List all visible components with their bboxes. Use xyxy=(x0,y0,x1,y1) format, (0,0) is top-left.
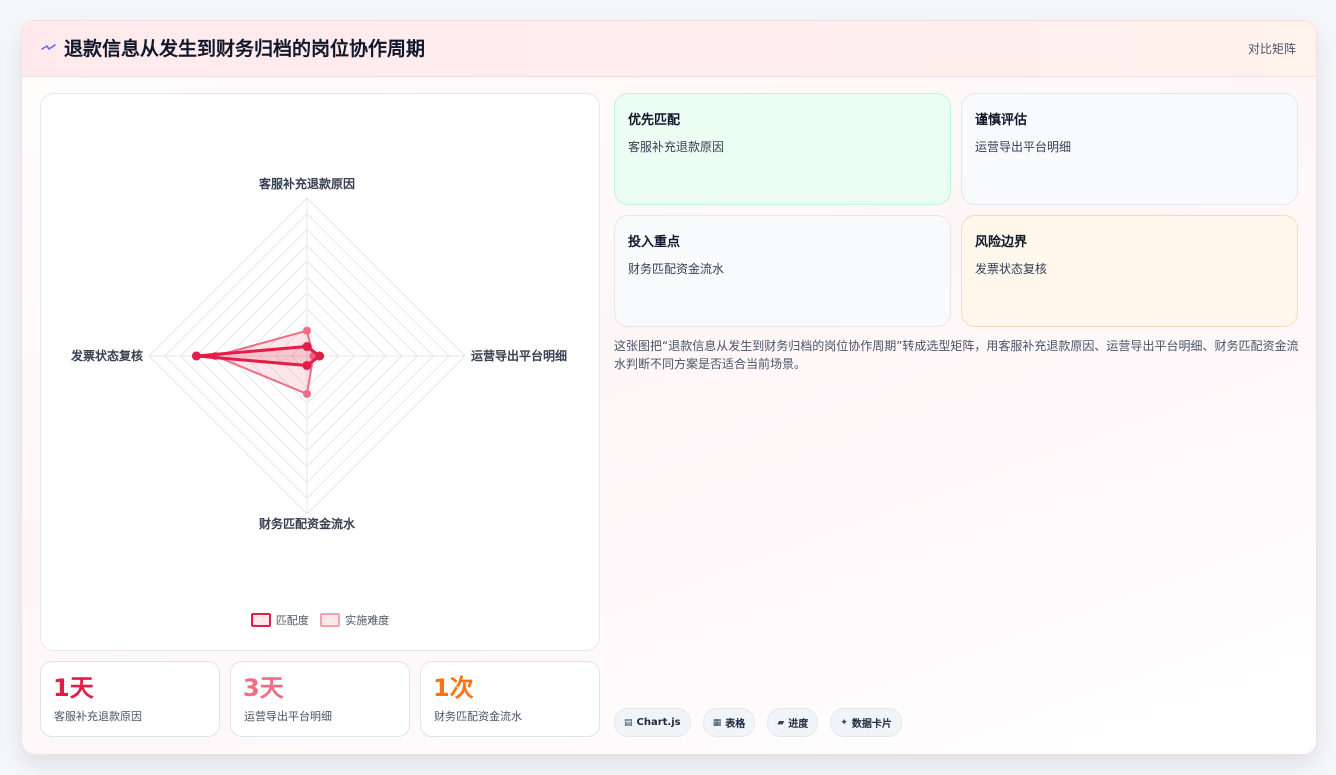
radar-series-match xyxy=(194,345,322,367)
radar-point[interactable] xyxy=(302,360,312,370)
radar-point[interactable] xyxy=(191,351,201,361)
tag-label: Chart.js xyxy=(636,717,681,728)
feature-tags: ▤ Chart.js ▦ 表格 ▰ 进度 ✦ 数据卡片 xyxy=(614,708,909,737)
stat-value: 1天 xyxy=(53,674,94,702)
main-card: 退款信息从发生到财务归档的岗位协作周期 对比矩阵 客服补充退款原因运营导出平台明… xyxy=(21,20,1317,755)
view-mode-label[interactable]: 对比矩阵 xyxy=(1248,40,1296,58)
radar-axis-label: 发票状态复核 xyxy=(70,348,143,363)
quadrant-text: 运营导出平台明细 xyxy=(975,140,1072,154)
quadrant-title: 谨慎评估 xyxy=(975,113,1028,128)
legend-swatch-difficulty xyxy=(320,613,341,627)
header: 退款信息从发生到财务归档的岗位协作周期 对比矩阵 xyxy=(22,21,1316,77)
stat-label: 运营导出平台明细 xyxy=(244,710,332,723)
chart-description: 这张图把“退款信息从发生到财务归档的岗位协作周期”转成选型矩阵，用客服补充退款原… xyxy=(614,339,1299,371)
tag-table[interactable]: ▦ 表格 xyxy=(702,708,756,737)
stat-label: 客服补充退款原因 xyxy=(54,710,142,723)
radar-axis-label: 财务匹配资金流水 xyxy=(258,516,356,531)
quadrant-priority-match[interactable]: 优先匹配 客服补充退款原因 xyxy=(614,93,951,205)
stat-value: 1次 xyxy=(433,674,474,702)
chart-icon: ▤ xyxy=(624,717,633,728)
radar-point[interactable] xyxy=(302,342,312,352)
tag-label: 表格 xyxy=(725,719,746,730)
legend-label-match: 匹配度 xyxy=(275,614,309,627)
quadrant-risk-boundary[interactable]: 风险边界 发票状态复核 xyxy=(961,215,1298,327)
tag-progress[interactable]: ▰ 进度 xyxy=(767,708,819,737)
tag-chartjs[interactable]: ▤ Chart.js xyxy=(614,708,691,737)
stat-card-1: 1天 客服补充退款原因 xyxy=(40,661,220,737)
quadrant-title: 风险边界 xyxy=(975,235,1028,250)
chart-legend: 匹配度 实施难度 xyxy=(41,612,599,630)
quadrant-text: 客服补充退款原因 xyxy=(628,140,725,154)
radar-axis-label: 运营导出平台明细 xyxy=(471,348,567,363)
radar-chart-panel: 客服补充退款原因运营导出平台明细财务匹配资金流水 发票状态复核 匹配度 实施难度 xyxy=(40,93,600,651)
stat-card-2: 3天 运营导出平台明细 xyxy=(230,661,410,737)
radar-chart: 客服补充退款原因运营导出平台明细财务匹配资金流水 发票状态复核 xyxy=(70,176,567,531)
lightning-icon xyxy=(40,39,58,57)
spark-icon: ✦ xyxy=(840,717,848,728)
quadrant-text: 发票状态复核 xyxy=(975,262,1048,276)
stat-card-3: 1次 财务匹配资金流水 xyxy=(420,661,600,737)
radar-point[interactable] xyxy=(315,351,325,361)
quadrant-careful-evaluation[interactable]: 谨慎评估 运营导出平台明细 xyxy=(961,93,1298,205)
tag-label: 进度 xyxy=(788,719,809,730)
table-icon: ▦ xyxy=(712,717,722,728)
progress-icon: ▰ xyxy=(777,717,785,728)
page-title: 退款信息从发生到财务归档的岗位协作周期 xyxy=(64,38,426,60)
radar-point[interactable] xyxy=(303,326,311,335)
legend-item-match[interactable]: 匹配度 xyxy=(250,612,309,628)
quadrant-title: 投入重点 xyxy=(628,235,681,250)
legend-label-difficulty: 实施难度 xyxy=(345,614,390,627)
stat-label: 财务匹配资金流水 xyxy=(434,710,522,723)
stat-value: 3天 xyxy=(243,674,284,702)
quadrant-investment-focus[interactable]: 投入重点 财务匹配资金流水 xyxy=(614,215,951,327)
radar-point[interactable] xyxy=(303,389,311,398)
legend-item-difficulty[interactable]: 实施难度 xyxy=(320,612,389,628)
tag-label: 数据卡片 xyxy=(851,719,892,730)
tag-data-cards[interactable]: ✦ 数据卡片 xyxy=(830,708,902,737)
quadrant-title: 优先匹配 xyxy=(628,113,681,128)
quadrant-text: 财务匹配资金流水 xyxy=(628,262,725,276)
legend-swatch-match xyxy=(250,613,271,627)
radar-axis-label: 客服补充退款原因 xyxy=(258,176,355,191)
